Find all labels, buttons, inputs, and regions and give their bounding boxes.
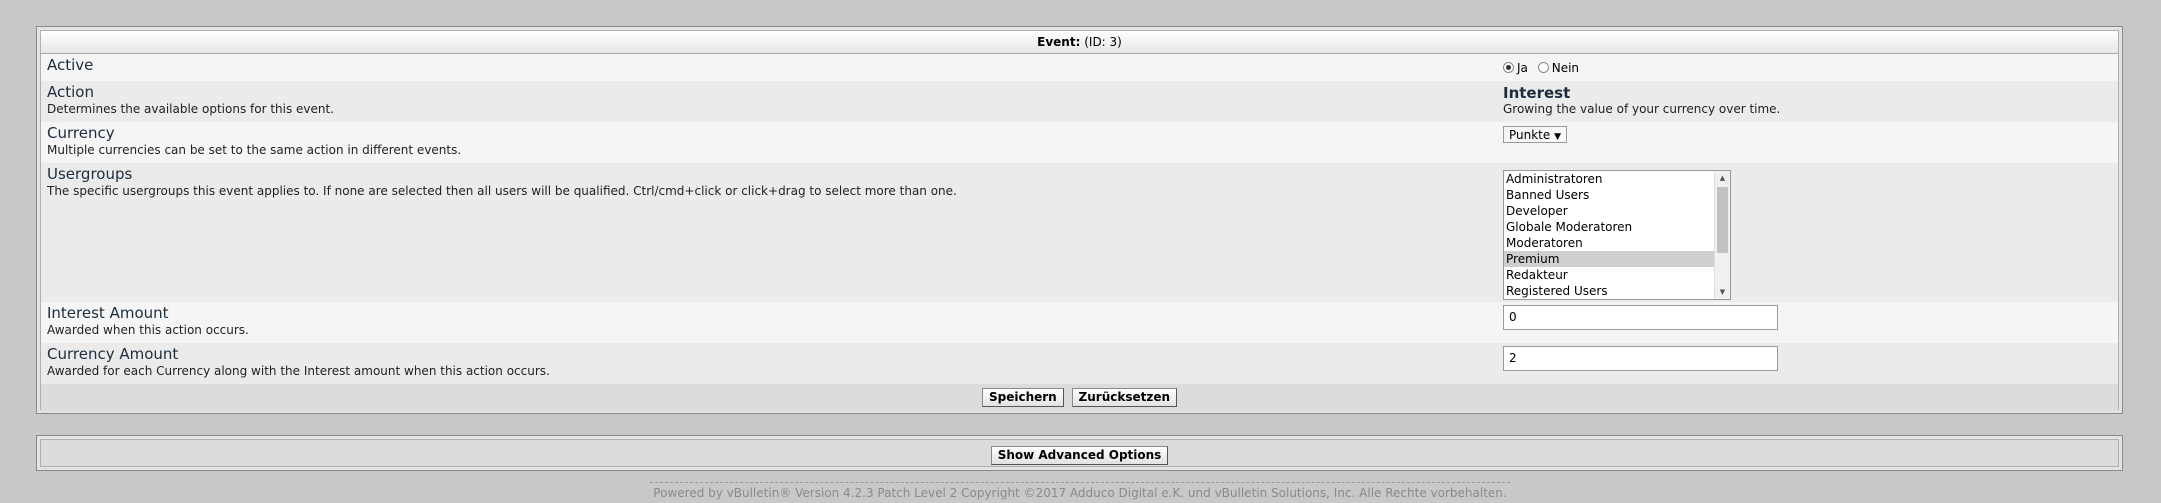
active-no-radio[interactable]: [1537, 62, 1549, 73]
active-radio-group: Ja Nein: [1503, 60, 1585, 75]
interest-amount-desc: Awarded when this action occurs.: [47, 323, 249, 337]
usergroup-option[interactable]: Redakteur: [1504, 267, 1715, 283]
action-desc: Determines the available options for thi…: [47, 102, 335, 116]
scroll-thumb[interactable]: [1717, 187, 1728, 253]
usergroup-option[interactable]: Administratoren: [1504, 171, 1715, 187]
footer-copyright: Powered by vBulletin® Version 4.2.3 Patc…: [650, 482, 1510, 500]
action-value-block: Interest Growing the value of your curre…: [1503, 84, 1780, 116]
currency-title: Currency: [47, 124, 115, 142]
currency-amount-desc: Awarded for each Currency along with the…: [47, 364, 550, 378]
currency-select[interactable]: Punkte ▼: [1503, 126, 1568, 143]
usergroups-listbox[interactable]: Administratoren Banned Users Developer G…: [1503, 170, 1731, 300]
form-header-id: (ID: 3): [1084, 35, 1122, 49]
active-yes-radio[interactable]: [1503, 62, 1514, 73]
form-button-row: Speichern Zurücksetzen: [41, 384, 2118, 411]
advanced-options-inner: Show Advanced Options: [40, 439, 2119, 467]
active-yes-label[interactable]: Ja: [1517, 61, 1528, 75]
scroll-up-icon[interactable]: ▲: [1715, 171, 1730, 185]
usergroups-title: Usergroups: [47, 165, 133, 183]
active-no-label[interactable]: Nein: [1552, 61, 1579, 75]
advanced-options-panel: Show Advanced Options: [36, 435, 2123, 471]
form-header-label: Event:: [1037, 35, 1081, 49]
interest-amount-input[interactable]: 0: [1503, 305, 1778, 330]
usergroup-option-selected[interactable]: Premium: [1504, 251, 1715, 267]
save-button[interactable]: Speichern: [981, 388, 1064, 407]
currency-select-value: Punkte: [1509, 128, 1551, 142]
usergroup-option[interactable]: Globale Moderatoren: [1504, 219, 1715, 235]
row-action: Action Determines the available options …: [41, 81, 2118, 122]
usergroup-option[interactable]: Banned Users: [1504, 187, 1715, 203]
form-header: Event: (ID: 3): [41, 31, 2118, 54]
show-advanced-options-button[interactable]: Show Advanced Options: [990, 446, 1169, 465]
row-active: Active Ja Nein: [41, 54, 2118, 81]
chevron-down-icon: ▼: [1554, 132, 1562, 142]
row-interest-amount: Interest Amount Awarded when this action…: [41, 302, 2118, 343]
action-value: Interest: [1503, 84, 1571, 102]
scroll-down-icon[interactable]: ▼: [1715, 285, 1730, 299]
usergroup-option[interactable]: Developer: [1504, 203, 1715, 219]
event-form-inner: Event: (ID: 3) Active Ja Nein Action Det…: [40, 30, 2119, 411]
row-currency: Currency Multiple currencies can be set …: [41, 122, 2118, 163]
currency-select-button[interactable]: Punkte ▼: [1503, 126, 1568, 143]
active-title: Active: [47, 56, 94, 74]
currency-amount-title: Currency Amount: [47, 345, 179, 363]
usergroup-option[interactable]: Moderatoren: [1504, 235, 1715, 251]
currency-desc: Multiple currencies can be set to the sa…: [47, 143, 462, 157]
event-form-panel: Event: (ID: 3) Active Ja Nein Action Det…: [36, 26, 2123, 414]
action-title: Action: [47, 83, 94, 101]
row-currency-amount: Currency Amount Awarded for each Currenc…: [41, 343, 2118, 384]
usergroup-option[interactable]: Registered Users: [1504, 283, 1715, 299]
interest-amount-title: Interest Amount: [47, 304, 169, 322]
row-usergroups: Usergroups The specific usergroups this …: [41, 163, 2118, 302]
usergroups-scrollbar[interactable]: ▲ ▼: [1714, 171, 1730, 299]
reset-button[interactable]: Zurücksetzen: [1071, 388, 1178, 407]
currency-amount-input[interactable]: 2: [1503, 346, 1778, 371]
action-value-desc: Growing the value of your currency over …: [1503, 102, 1781, 116]
usergroups-desc: The specific usergroups this event appli…: [47, 184, 957, 198]
